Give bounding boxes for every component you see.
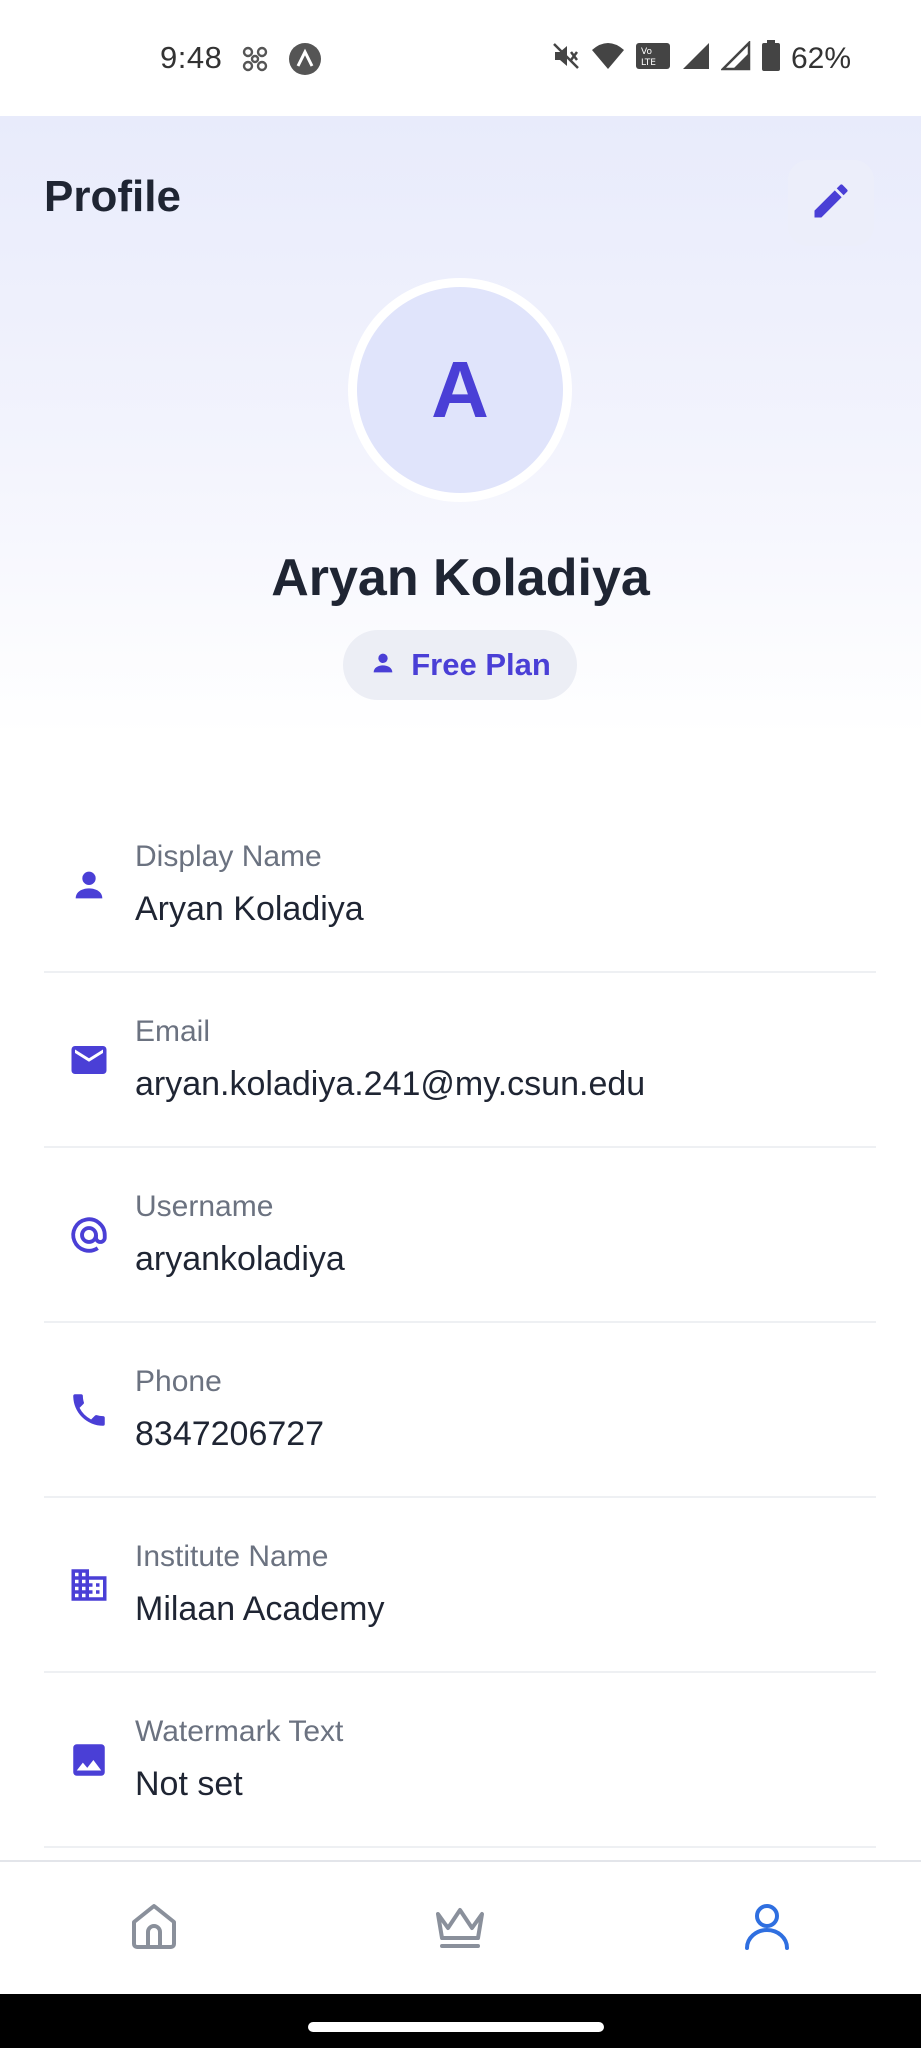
avatar-ring: A [348,278,572,502]
user-icon [739,1898,795,1959]
mail-icon [66,1037,112,1083]
signal-icon [681,41,711,76]
info-value: 8347206727 [135,1415,325,1453]
system-gesture-bar [0,1994,921,2048]
info-label: Display Name [135,840,322,873]
status-left-icons [240,42,322,81]
battery-percent: 62% [790,41,851,75]
home-gesture-handle[interactable] [308,2022,604,2032]
app-icon [288,42,322,81]
info-label: Institute Name [135,1540,329,1573]
phone-icon [66,1387,112,1433]
status-right-icons: Vo LTE 62% [551,39,851,77]
at-icon [66,1212,112,1258]
info-value: Not set [135,1765,243,1803]
info-value: aryan.koladiya.241@my.csun.edu [135,1065,646,1103]
user-name: Aryan Koladiya [271,549,650,607]
pencil-icon [809,179,853,228]
crown-icon [432,1898,488,1959]
info-value: aryankoladiya [135,1240,345,1278]
status-bar: 9:48 Vo LTE 62% [0,0,921,116]
home-icon [126,1898,182,1959]
image-icon [66,1737,112,1783]
nav-premium[interactable] [430,1898,490,1958]
plan-label: Free Plan [411,647,551,682]
svg-text:LTE: LTE [641,58,656,68]
info-row-watermark[interactable]: Watermark Text Not set [44,1673,876,1848]
volte-icon: Vo LTE [635,41,671,76]
page-title: Profile [44,172,181,221]
wifi-icon [591,41,625,76]
person-icon [66,862,112,908]
info-row-display-name[interactable]: Display Name Aryan Koladiya [44,798,876,973]
info-label: Watermark Text [135,1715,344,1748]
profile-info-list: Display Name Aryan Koladiya Email aryan.… [44,798,876,1848]
nav-profile[interactable] [737,1898,797,1958]
building-icon [66,1562,112,1608]
info-row-email[interactable]: Email aryan.koladiya.241@my.csun.edu [44,973,876,1148]
info-label: Email [135,1015,211,1048]
fan-icon [240,44,270,79]
edit-profile-button[interactable] [788,160,874,246]
status-time: 9:48 [160,40,223,75]
mute-icon [551,41,581,76]
bottom-navigation [0,1860,921,1994]
info-label: Username [135,1190,274,1223]
nav-home[interactable] [124,1898,184,1958]
signal-roaming-icon [719,39,751,76]
svg-text:Vo: Vo [641,47,652,57]
info-label: Phone [135,1365,222,1398]
person-icon [369,649,397,682]
battery-icon [761,40,781,77]
plan-badge[interactable]: Free Plan [343,630,577,700]
avatar[interactable]: A [357,287,563,493]
info-row-institute[interactable]: Institute Name Milaan Academy [44,1498,876,1673]
info-row-username[interactable]: Username aryankoladiya [44,1148,876,1323]
info-value: Milaan Academy [135,1590,385,1628]
info-value: Aryan Koladiya [135,890,364,928]
info-row-phone[interactable]: Phone 8347206727 [44,1323,876,1498]
